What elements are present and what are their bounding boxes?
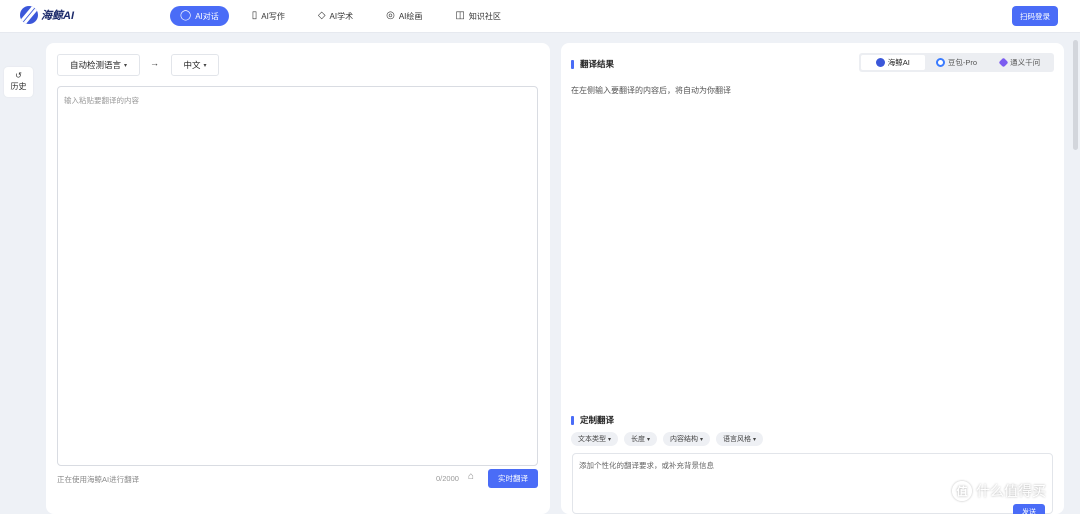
custom-options-row: 文本类型 ▾ 长度 ▾ 内容结构 ▾ 语言风格 ▾ — [571, 432, 764, 446]
source-language-select[interactable]: 自动检测语言 ▾ — [57, 54, 140, 76]
engine-tab-tongyi[interactable]: 通义千问 — [988, 55, 1052, 70]
chevron-down-icon: ▾ — [124, 62, 128, 69]
history-button[interactable]: ↺ 历史 — [4, 67, 33, 97]
result-hint-text: 在左侧输入要翻译的内容后，将自动为你翻译 — [571, 86, 731, 95]
chevron-down-icon: ▾ — [608, 436, 612, 443]
engine-tab-label: 通义千问 — [1010, 58, 1041, 67]
nav-item-label: AI写作 — [261, 11, 285, 21]
clear-icon[interactable]: ⌂ — [468, 471, 474, 482]
engine-tab-doubao[interactable]: 豆包-Pro — [925, 55, 989, 70]
chip-label: 长度 — [631, 436, 646, 443]
chevron-down-icon: ▾ — [753, 436, 757, 443]
result-title-text: 翻译结果 — [580, 59, 615, 69]
result-title: 翻译结果 — [571, 58, 614, 70]
engine-tab-haijing[interactable]: 海鲸AI — [861, 55, 925, 70]
logo[interactable]: 海鲸AI — [20, 6, 74, 24]
arrow-right-icon: → — [150, 58, 159, 68]
nav-item-label: AI对话 — [195, 11, 219, 21]
engine-tab-label: 海鲸AI — [887, 58, 910, 67]
watermark-text: 什么值得买 — [976, 483, 1046, 499]
chip-text-type[interactable]: 文本类型 ▾ — [571, 432, 619, 446]
nav-item-ai-chat[interactable]: ◯ AI对话 — [170, 6, 229, 26]
chat-bubble-icon: ◯ — [180, 10, 192, 21]
chevron-down-icon: ▾ — [700, 436, 704, 443]
chip-content-structure[interactable]: 内容结构 ▾ — [663, 432, 711, 446]
tongyi-logo-icon — [998, 57, 1009, 68]
target-language-value: 中文 — [183, 60, 201, 70]
chevron-down-icon: ▾ — [647, 436, 651, 443]
main-nav: ◯ AI对话 ▯ AI写作 ◇ AI学术 ◎ AI绘画 ◫ 知识社区 — [170, 6, 524, 26]
char-counter: 0/2000 — [436, 474, 459, 483]
engine-status-text: 正在使用海鲸AI进行翻译 — [57, 475, 140, 484]
history-label: 历史 — [10, 82, 27, 91]
watermark-badge: 值 — [952, 481, 972, 501]
chip-language-style[interactable]: 语言风格 ▾ — [716, 432, 764, 446]
palette-icon: ◎ — [386, 10, 395, 21]
nav-item-label: AI学术 — [329, 11, 354, 21]
nav-item-knowledge-community[interactable]: ◫ 知识社区 — [445, 6, 510, 26]
title-accent-bar — [571, 415, 574, 425]
chip-label: 文本类型 — [578, 436, 606, 443]
nav-item-label: 知识社区 — [468, 11, 501, 21]
logo-text: 海鲸AI — [41, 10, 74, 22]
book-icon: ▯ — [251, 10, 258, 21]
layout-icon: ◫ — [455, 10, 465, 21]
custom-title-text: 定制翻译 — [580, 415, 615, 425]
title-accent-bar — [571, 59, 574, 69]
result-panel: 翻译结果 海鲸AI 豆包-Pro 通义千问 在左侧输入要翻译的内容后，将自动为你… — [561, 43, 1064, 514]
engine-tab-label: 豆包-Pro — [947, 58, 978, 67]
chip-length[interactable]: 长度 ▾ — [624, 432, 658, 446]
top-bar: 海鲸AI ◯ AI对话 ▯ AI写作 ◇ AI学术 ◎ AI绘画 ◫ 知识社区 … — [0, 0, 1080, 33]
chip-label: 内容结构 — [670, 436, 699, 443]
history-clock-icon: ↺ — [15, 71, 22, 80]
nav-item-label: AI绘画 — [398, 11, 423, 21]
send-button[interactable]: 发送 — [1013, 504, 1045, 514]
nav-item-ai-writing[interactable]: ▯ AI写作 — [242, 6, 295, 26]
nav-item-ai-painting[interactable]: ◎ AI绘画 — [376, 6, 432, 26]
engine-tabs: 海鲸AI 豆包-Pro 通义千问 — [859, 53, 1054, 72]
chip-label: 语言风格 — [723, 436, 752, 443]
target-language-select[interactable]: 中文 ▾ — [171, 54, 219, 76]
realtime-translate-button[interactable]: 实时翻译 — [488, 469, 538, 488]
doubao-logo-icon — [935, 58, 945, 67]
source-text-input[interactable]: 输入粘贴要翻译的内容 — [57, 86, 538, 466]
watermark: 值 什么值得买 — [952, 481, 1046, 501]
page-scrollbar[interactable] — [1073, 40, 1078, 150]
graduation-cap-icon: ◇ — [317, 10, 326, 21]
chevron-down-icon: ▾ — [203, 62, 207, 69]
nav-item-ai-academic[interactable]: ◇ AI学术 — [308, 6, 363, 26]
haijing-logo-icon — [875, 58, 885, 67]
scan-login-button[interactable]: 扫码登录 — [1012, 6, 1058, 26]
source-panel: 自动检测语言 ▾ → 中文 ▾ 输入粘贴要翻译的内容 正在使用海鲸AI进行翻译 … — [46, 43, 550, 514]
source-language-value: 自动检测语言 — [69, 60, 121, 70]
custom-translate-title: 定制翻译 — [571, 414, 614, 426]
haijing-logo-icon — [20, 6, 38, 24]
